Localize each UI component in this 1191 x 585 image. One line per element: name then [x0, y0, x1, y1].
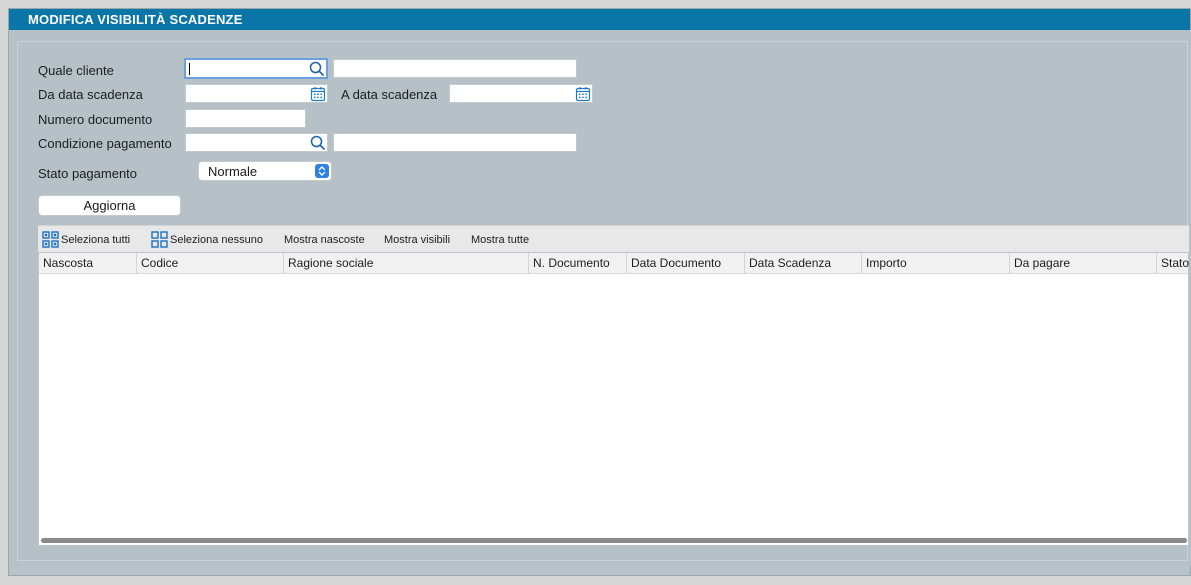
window-title: MODIFICA VISIBILITÀ SCADENZE [9, 9, 1190, 30]
col-ragione-sociale[interactable]: Ragione sociale [283, 253, 528, 274]
main-panel: Quale cliente Da data scadenza A data sc… [11, 30, 1191, 566]
a-data-input[interactable] [449, 84, 593, 103]
da-data-label: Da data scadenza [38, 87, 143, 102]
col-da-pagare[interactable]: Da pagare [1009, 253, 1156, 274]
cliente-code-input[interactable] [184, 58, 328, 79]
stato-label: Stato pagamento [38, 166, 138, 181]
search-icon[interactable] [309, 61, 325, 77]
app-window: MODIFICA VISIBILITÀ SCADENZE Quale clien… [8, 8, 1191, 576]
cliente-name-input[interactable] [333, 59, 577, 78]
col-nascosta[interactable]: Nascosta [39, 253, 137, 274]
condizione-desc-input[interactable] [333, 133, 577, 152]
show-visible-button[interactable]: Mostra visibili [384, 226, 450, 253]
condizione-code-input[interactable] [185, 133, 328, 152]
form-area: Quale cliente Da data scadenza A data sc… [17, 41, 1189, 561]
aggiorna-button[interactable]: Aggiorna [38, 195, 181, 216]
a-data-label: A data scadenza [341, 87, 438, 102]
calendar-icon[interactable] [310, 86, 326, 102]
col-codice[interactable]: Codice [136, 253, 283, 274]
col-data-scadenza[interactable]: Data Scadenza [744, 253, 861, 274]
da-data-input[interactable] [185, 84, 328, 103]
stato-select-value: Normale [208, 164, 258, 179]
col-importo[interactable]: Importo [861, 253, 1009, 274]
show-hidden-button[interactable]: Mostra nascoste [284, 226, 365, 253]
cliente-label: Quale cliente [38, 63, 114, 78]
grid-select-icon [42, 231, 59, 248]
col-stato[interactable]: Stato [1156, 253, 1190, 274]
numero-doc-label: Numero documento [38, 112, 153, 127]
select-chevron-icon[interactable] [315, 164, 329, 178]
select-none-button[interactable]: Seleziona nessuno [151, 226, 263, 253]
select-all-button[interactable]: Seleziona tutti [42, 226, 130, 253]
select-all-label: Seleziona tutti [61, 233, 131, 246]
col-n-documento[interactable]: N. Documento [528, 253, 626, 274]
stato-select[interactable]: Normale [198, 161, 332, 181]
grid-toolbar: Seleziona tutti Seleziona nessuno Mostra… [38, 225, 1189, 252]
select-none-label: Seleziona nessuno [170, 233, 263, 246]
calendar-icon[interactable] [575, 86, 591, 102]
horizontal-scrollbar[interactable] [41, 538, 1187, 543]
condizione-label: Condizione pagamento [38, 136, 172, 151]
grid-header: Nascosta Codice Ragione sociale N. Docum… [39, 253, 1190, 274]
scadenze-grid[interactable]: Nascosta Codice Ragione sociale N. Docum… [38, 252, 1189, 546]
col-data-documento[interactable]: Data Documento [626, 253, 744, 274]
numero-doc-input[interactable] [185, 109, 306, 128]
grid-select-icon [151, 231, 168, 248]
text-caret [189, 63, 190, 75]
show-all-button[interactable]: Mostra tutte [471, 226, 529, 253]
search-icon[interactable] [310, 135, 326, 151]
